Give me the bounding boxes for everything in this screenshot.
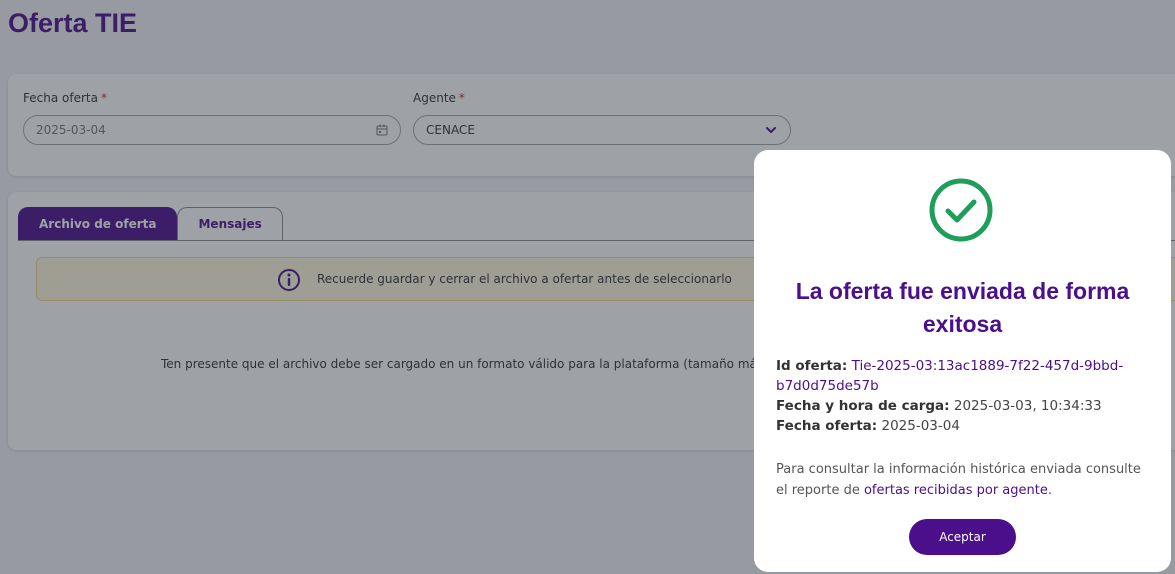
offer-details: Id oferta: Tie-2025-03:13ac1889-7f22-457… — [776, 356, 1156, 436]
offer-date-value: 2025-03-04 — [881, 418, 960, 434]
offer-date-label: Fecha oferta: — [776, 418, 878, 434]
check-circle-icon — [929, 178, 993, 242]
history-note-suffix: . — [1047, 483, 1052, 498]
upload-datetime-value: 2025-03-03, 10:34:33 — [953, 398, 1102, 414]
dialog-title: La oferta fue enviada de forma exitosa — [795, 278, 1130, 337]
history-note: Para consultar la información histórica … — [776, 459, 1151, 501]
upload-datetime-row: Fecha y hora de carga: 2025-03-03, 10:34… — [776, 396, 1156, 416]
accept-button[interactable]: Aceptar — [909, 519, 1016, 555]
offer-id-row: Id oferta: Tie-2025-03:13ac1889-7f22-457… — [776, 356, 1156, 396]
success-dialog: La oferta fue enviada de forma exitosa I… — [754, 150, 1171, 572]
offer-id-label: Id oferta: — [776, 358, 848, 374]
offer-date-row: Fecha oferta: 2025-03-04 — [776, 416, 1156, 436]
upload-datetime-label: Fecha y hora de carga: — [776, 398, 950, 414]
ofertas-recibidas-link[interactable]: ofertas recibidas por agente — [864, 483, 1048, 498]
